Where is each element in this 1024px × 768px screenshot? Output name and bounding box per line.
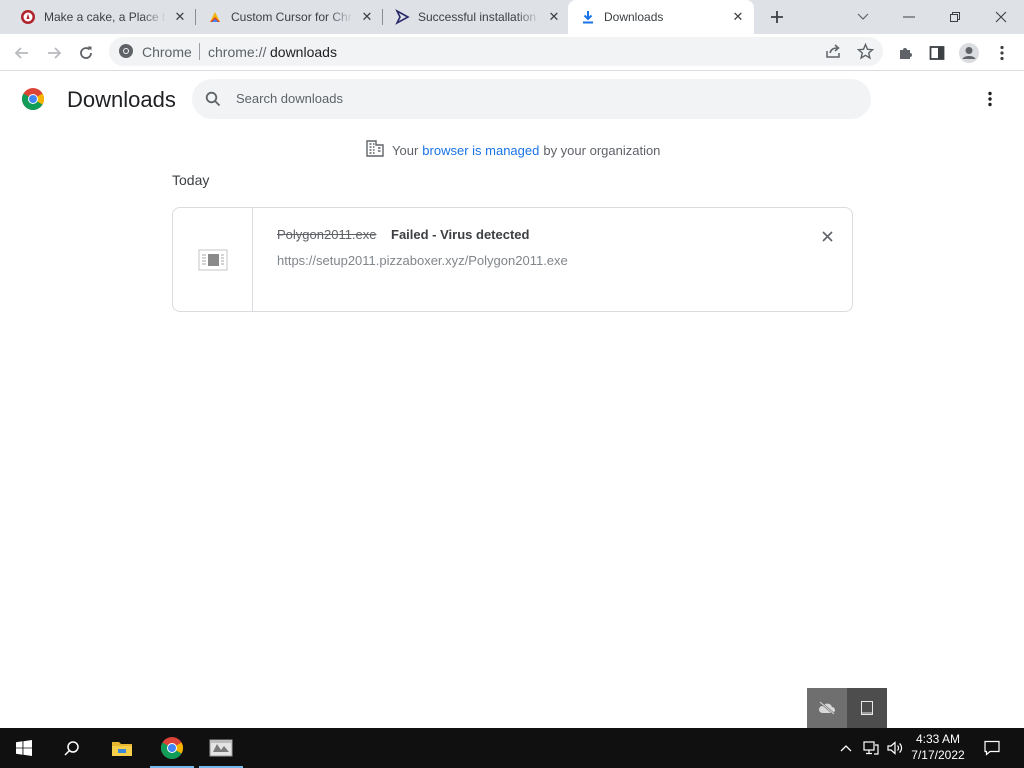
share-icon[interactable] — [825, 43, 842, 65]
download-status: Failed - Virus detected — [391, 227, 530, 242]
download-item: Polygon2011.exe Failed - Virus detected … — [172, 207, 853, 312]
extensions-puzzle-icon[interactable] — [892, 39, 920, 67]
taskbar-search-icon[interactable] — [48, 728, 96, 768]
custom-cursor-favicon — [207, 9, 223, 25]
tab-title: Custom Cursor for Chrome — [231, 10, 353, 24]
tab-close-icon[interactable]: ✕ — [546, 9, 562, 25]
tab-title: Downloads — [604, 10, 664, 24]
floating-toolbar — [807, 688, 887, 728]
reload-button[interactable] — [72, 39, 100, 67]
chrome-page-icon — [118, 43, 134, 64]
download-url[interactable]: https://setup2011.pizzaboxer.xyz/Polygon… — [277, 253, 568, 268]
search-input[interactable]: Search downloads — [236, 91, 343, 106]
back-button[interactable] — [8, 39, 36, 67]
restore-button[interactable] — [932, 0, 978, 34]
clock-time: 4:33 AM — [915, 732, 961, 746]
browser-menu-icon[interactable] — [988, 39, 1016, 67]
taskbar: 4:33 AM 7/17/2022 — [0, 728, 1024, 768]
downloads-more-actions-icon[interactable] — [976, 85, 1004, 113]
chrome-logo — [21, 87, 45, 116]
tab-close-icon[interactable]: ✕ — [359, 9, 375, 25]
tab-close-icon[interactable]: ✕ — [172, 9, 188, 25]
tray-chevron-up-icon[interactable] — [836, 728, 856, 768]
tab-close-icon[interactable]: ✕ — [730, 9, 746, 25]
date-heading: Today — [172, 172, 210, 188]
managed-notice: Your browser is managed by your organiza… — [366, 140, 660, 160]
download-filename: Polygon2011.exe — [277, 227, 377, 242]
tab-title: Make a cake, a Place by — [44, 10, 166, 24]
browser-toolbar: Chrome chrome:// downloads — [0, 34, 1024, 71]
tab-downloads[interactable]: Downloads ✕ — [568, 0, 754, 34]
taskbar-app-icon[interactable] — [197, 728, 245, 768]
search-downloads-field[interactable]: Search downloads — [192, 79, 871, 119]
notification-icon[interactable] — [976, 728, 1008, 768]
page-title: Downloads — [67, 87, 176, 112]
tab-title: Successful installation — [418, 10, 537, 24]
file-icon — [198, 249, 228, 276]
browser-managed-link[interactable]: browser is managed — [422, 143, 539, 158]
bookmark-star-icon[interactable] — [856, 42, 875, 65]
tablet-icon[interactable] — [847, 688, 887, 728]
url-scheme: chrome:// — [208, 44, 267, 60]
side-panel-icon[interactable] — [923, 39, 951, 67]
start-windows-icon[interactable] — [0, 728, 48, 768]
network-icon[interactable] — [860, 728, 882, 768]
cloud-off-icon[interactable] — [807, 688, 847, 728]
cake-site-favicon — [20, 9, 36, 25]
tab-make-a-cake[interactable]: Make a cake, a Place by ✕ — [8, 0, 194, 34]
clock-date: 7/17/2022 — [911, 748, 965, 762]
building-icon — [366, 140, 384, 160]
site-label: Chrome — [142, 44, 192, 60]
download-icon — [580, 9, 596, 25]
url-path: downloads — [270, 44, 337, 60]
new-tab-button[interactable] — [763, 3, 791, 31]
managed-prefix: Your — [392, 142, 419, 158]
managed-suffix: by your organization — [543, 142, 661, 158]
tab-successful-installation[interactable]: Successful installation ✕ — [382, 0, 568, 34]
forward-button[interactable] — [40, 39, 68, 67]
minimize-button[interactable] — [886, 0, 932, 34]
downloads-header: Downloads Search downloads — [0, 71, 1024, 127]
system-clock[interactable]: 4:33 AM 7/17/2022 — [903, 731, 973, 763]
file-icon-area — [173, 208, 253, 311]
tab-search-chevron-down-icon[interactable] — [840, 0, 886, 34]
close-window-button[interactable] — [978, 0, 1024, 34]
file-explorer-icon[interactable] — [98, 728, 146, 768]
tab-strip: Make a cake, a Place by ✕ Custom Cursor … — [0, 0, 1024, 34]
remove-download-close-icon[interactable] — [817, 226, 837, 246]
tab-custom-cursor[interactable]: Custom Cursor for Chrome ✕ — [195, 0, 381, 34]
search-icon — [205, 91, 221, 112]
address-divider — [199, 43, 200, 60]
taskbar-chrome-icon[interactable] — [148, 728, 196, 768]
address-bar[interactable]: Chrome chrome:// downloads — [109, 37, 883, 66]
profile-avatar[interactable] — [955, 39, 983, 67]
cursor-arrow-favicon — [394, 9, 410, 25]
